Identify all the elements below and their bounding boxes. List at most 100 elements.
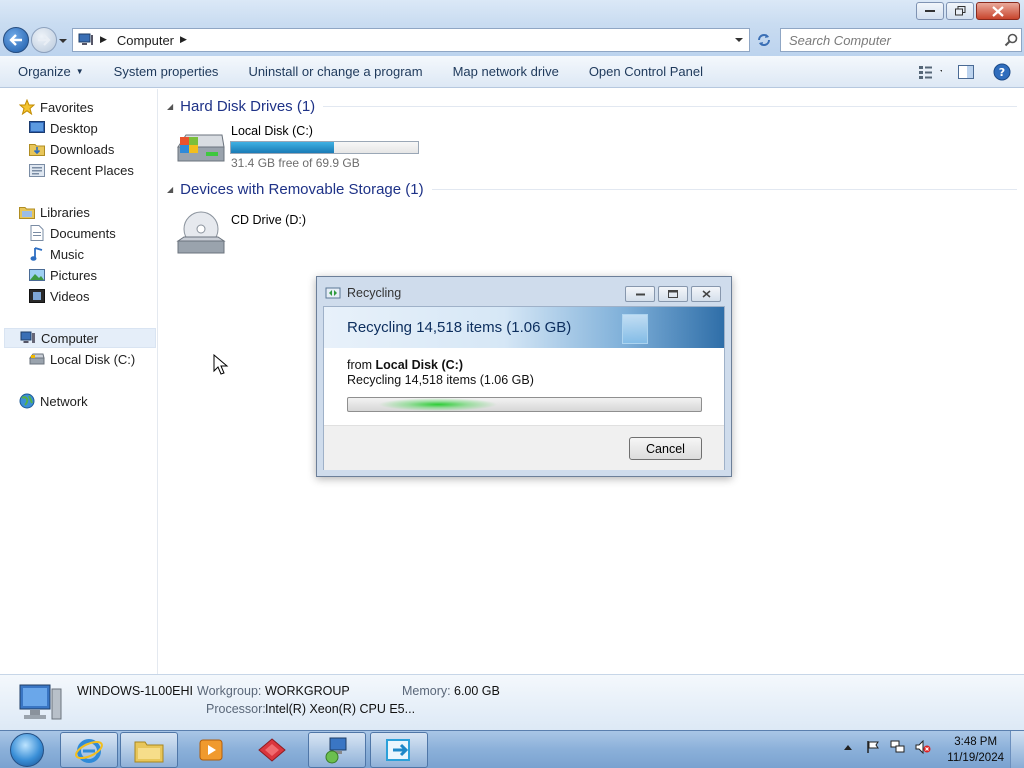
search-icon[interactable] xyxy=(1001,30,1021,50)
action-center-flag-icon[interactable] xyxy=(865,739,881,755)
libraries-icon xyxy=(19,204,35,220)
desktop-icon xyxy=(29,120,45,136)
pictures-icon xyxy=(29,267,45,283)
group-divider xyxy=(323,106,1017,107)
cancel-button[interactable]: Cancel xyxy=(629,437,702,460)
drive-c-tile[interactable]: Local Disk (C:) 31.4 GB free of 69.9 GB xyxy=(176,123,436,171)
windows-logo-icon xyxy=(10,733,44,767)
details-pane: WINDOWS-1L00EHI Workgroup: WORKGROUP Mem… xyxy=(0,674,1024,730)
network-computer-icon xyxy=(325,737,347,764)
nav-libraries[interactable]: Libraries xyxy=(19,202,90,222)
preview-pane-button[interactable] xyxy=(954,60,978,84)
taskbar-network-app[interactable] xyxy=(308,732,366,768)
chevron-down-icon xyxy=(735,38,743,42)
system-properties-button[interactable]: System properties xyxy=(99,58,234,86)
taskbar-app-red[interactable] xyxy=(243,732,301,768)
breadcrumb-separator[interactable]: ▶ xyxy=(180,35,187,45)
uninstall-program-button[interactable]: Uninstall or change a program xyxy=(233,58,437,86)
dialog-status-text: Recycling 14,518 items (1.06 GB) xyxy=(347,373,534,387)
chevron-up-icon xyxy=(844,745,852,750)
drive-d-name: CD Drive (D:) xyxy=(231,213,306,227)
nav-pictures[interactable]: Pictures xyxy=(29,265,97,285)
volume-muted-icon[interactable] xyxy=(915,739,931,755)
open-control-panel-button[interactable]: Open Control Panel xyxy=(574,58,718,86)
address-dropdown[interactable] xyxy=(731,31,747,49)
show-hidden-icons-button[interactable] xyxy=(840,739,856,755)
taskbar-windows-explorer[interactable] xyxy=(120,732,178,768)
dialog-minimize-button[interactable] xyxy=(625,286,655,302)
recycle-bin-icon xyxy=(622,314,648,344)
help-button[interactable]: ? xyxy=(990,60,1014,84)
address-bar[interactable]: ▶ Computer ▶ xyxy=(72,28,750,52)
nav-videos[interactable]: Videos xyxy=(29,286,90,306)
computer-icon xyxy=(19,684,62,720)
recent-places-icon xyxy=(29,162,45,178)
refresh-button[interactable] xyxy=(752,28,776,52)
drive-c-free-space: 31.4 GB free of 69.9 GB xyxy=(231,156,360,170)
nav-downloads-label: Downloads xyxy=(50,141,115,157)
forward-button[interactable] xyxy=(31,27,57,53)
collapse-triangle-icon[interactable]: ◢ xyxy=(167,185,173,194)
nav-downloads[interactable]: Downloads xyxy=(29,139,114,159)
close-button[interactable] xyxy=(976,2,1020,20)
dialog-footer: Cancel xyxy=(324,425,724,470)
minimize-icon xyxy=(925,10,935,12)
nav-network[interactable]: Network xyxy=(19,391,88,411)
app-diamond-icon xyxy=(258,738,286,762)
nav-recent-places[interactable]: Recent Places xyxy=(29,160,134,180)
nav-network-label: Network xyxy=(40,393,88,409)
drive-c-capacity-bar xyxy=(230,141,419,154)
map-network-drive-button[interactable]: Map network drive xyxy=(438,58,574,86)
dialog-close-button[interactable] xyxy=(691,286,721,302)
collapse-triangle-icon[interactable]: ◢ xyxy=(167,102,173,111)
network-status-icon[interactable] xyxy=(890,739,906,755)
documents-icon xyxy=(29,225,45,241)
group-hard-disk-drives[interactable]: ◢ Hard Disk Drives (1) xyxy=(167,98,1017,115)
nav-desktop[interactable]: Desktop xyxy=(29,118,98,138)
back-button[interactable] xyxy=(3,27,29,53)
drive-d-tile[interactable]: CD Drive (D:) xyxy=(176,207,376,257)
downloads-folder-icon xyxy=(29,141,45,157)
nav-documents[interactable]: Documents xyxy=(29,223,116,243)
recent-pages-dropdown[interactable] xyxy=(58,34,68,44)
dialog-window-controls xyxy=(625,286,721,302)
nav-computer[interactable]: Computer xyxy=(4,328,156,348)
taskbar-internet-explorer[interactable] xyxy=(60,732,118,768)
restore-button[interactable] xyxy=(946,2,974,20)
close-icon xyxy=(992,5,1004,17)
nav-local-disk-label: Local Disk (C:) xyxy=(50,351,136,367)
capacity-fill xyxy=(231,142,335,153)
svg-text:?: ? xyxy=(999,66,1005,79)
taskbar-media-player[interactable] xyxy=(182,732,240,768)
dialog-maximize-button[interactable] xyxy=(658,286,688,302)
minimize-button[interactable] xyxy=(916,2,944,20)
breadcrumb-computer[interactable]: Computer xyxy=(117,33,174,48)
taskbar-remote-app[interactable] xyxy=(370,732,428,768)
taskbar-clock[interactable]: 3:48 PM 11/19/2024 xyxy=(947,734,1004,766)
nav-favorites[interactable]: Favorites xyxy=(19,97,93,117)
group-removable-storage[interactable]: ◢ Devices with Removable Storage (1) xyxy=(167,181,1017,198)
workgroup-value: WORKGROUP xyxy=(265,684,350,698)
nav-local-disk[interactable]: Local Disk (C:) xyxy=(29,349,135,369)
hard-drive-icon xyxy=(177,134,225,162)
chevron-down-icon xyxy=(59,39,67,43)
drive-c-name: Local Disk (C:) xyxy=(231,124,313,138)
window-controls xyxy=(916,2,1020,20)
change-view-button[interactable] xyxy=(918,60,942,84)
nav-music[interactable]: Music xyxy=(29,244,84,264)
window-titlebar xyxy=(0,0,1024,24)
view-controls: ? xyxy=(918,60,1014,84)
internet-explorer-icon xyxy=(75,739,103,763)
refresh-icon xyxy=(758,34,770,46)
show-desktop-button[interactable] xyxy=(1010,731,1024,768)
folder-icon xyxy=(134,741,164,763)
dialog-title: Recycling xyxy=(347,286,402,300)
star-icon xyxy=(19,99,35,115)
breadcrumb-separator[interactable]: ▶ xyxy=(100,35,107,45)
start-button[interactable] xyxy=(2,732,52,768)
search-box[interactable] xyxy=(780,28,1022,52)
network-icon xyxy=(19,393,35,409)
organize-button[interactable]: Organize ▼ xyxy=(0,58,99,86)
recycle-progress-bar xyxy=(347,397,702,412)
search-input[interactable] xyxy=(781,30,1001,50)
